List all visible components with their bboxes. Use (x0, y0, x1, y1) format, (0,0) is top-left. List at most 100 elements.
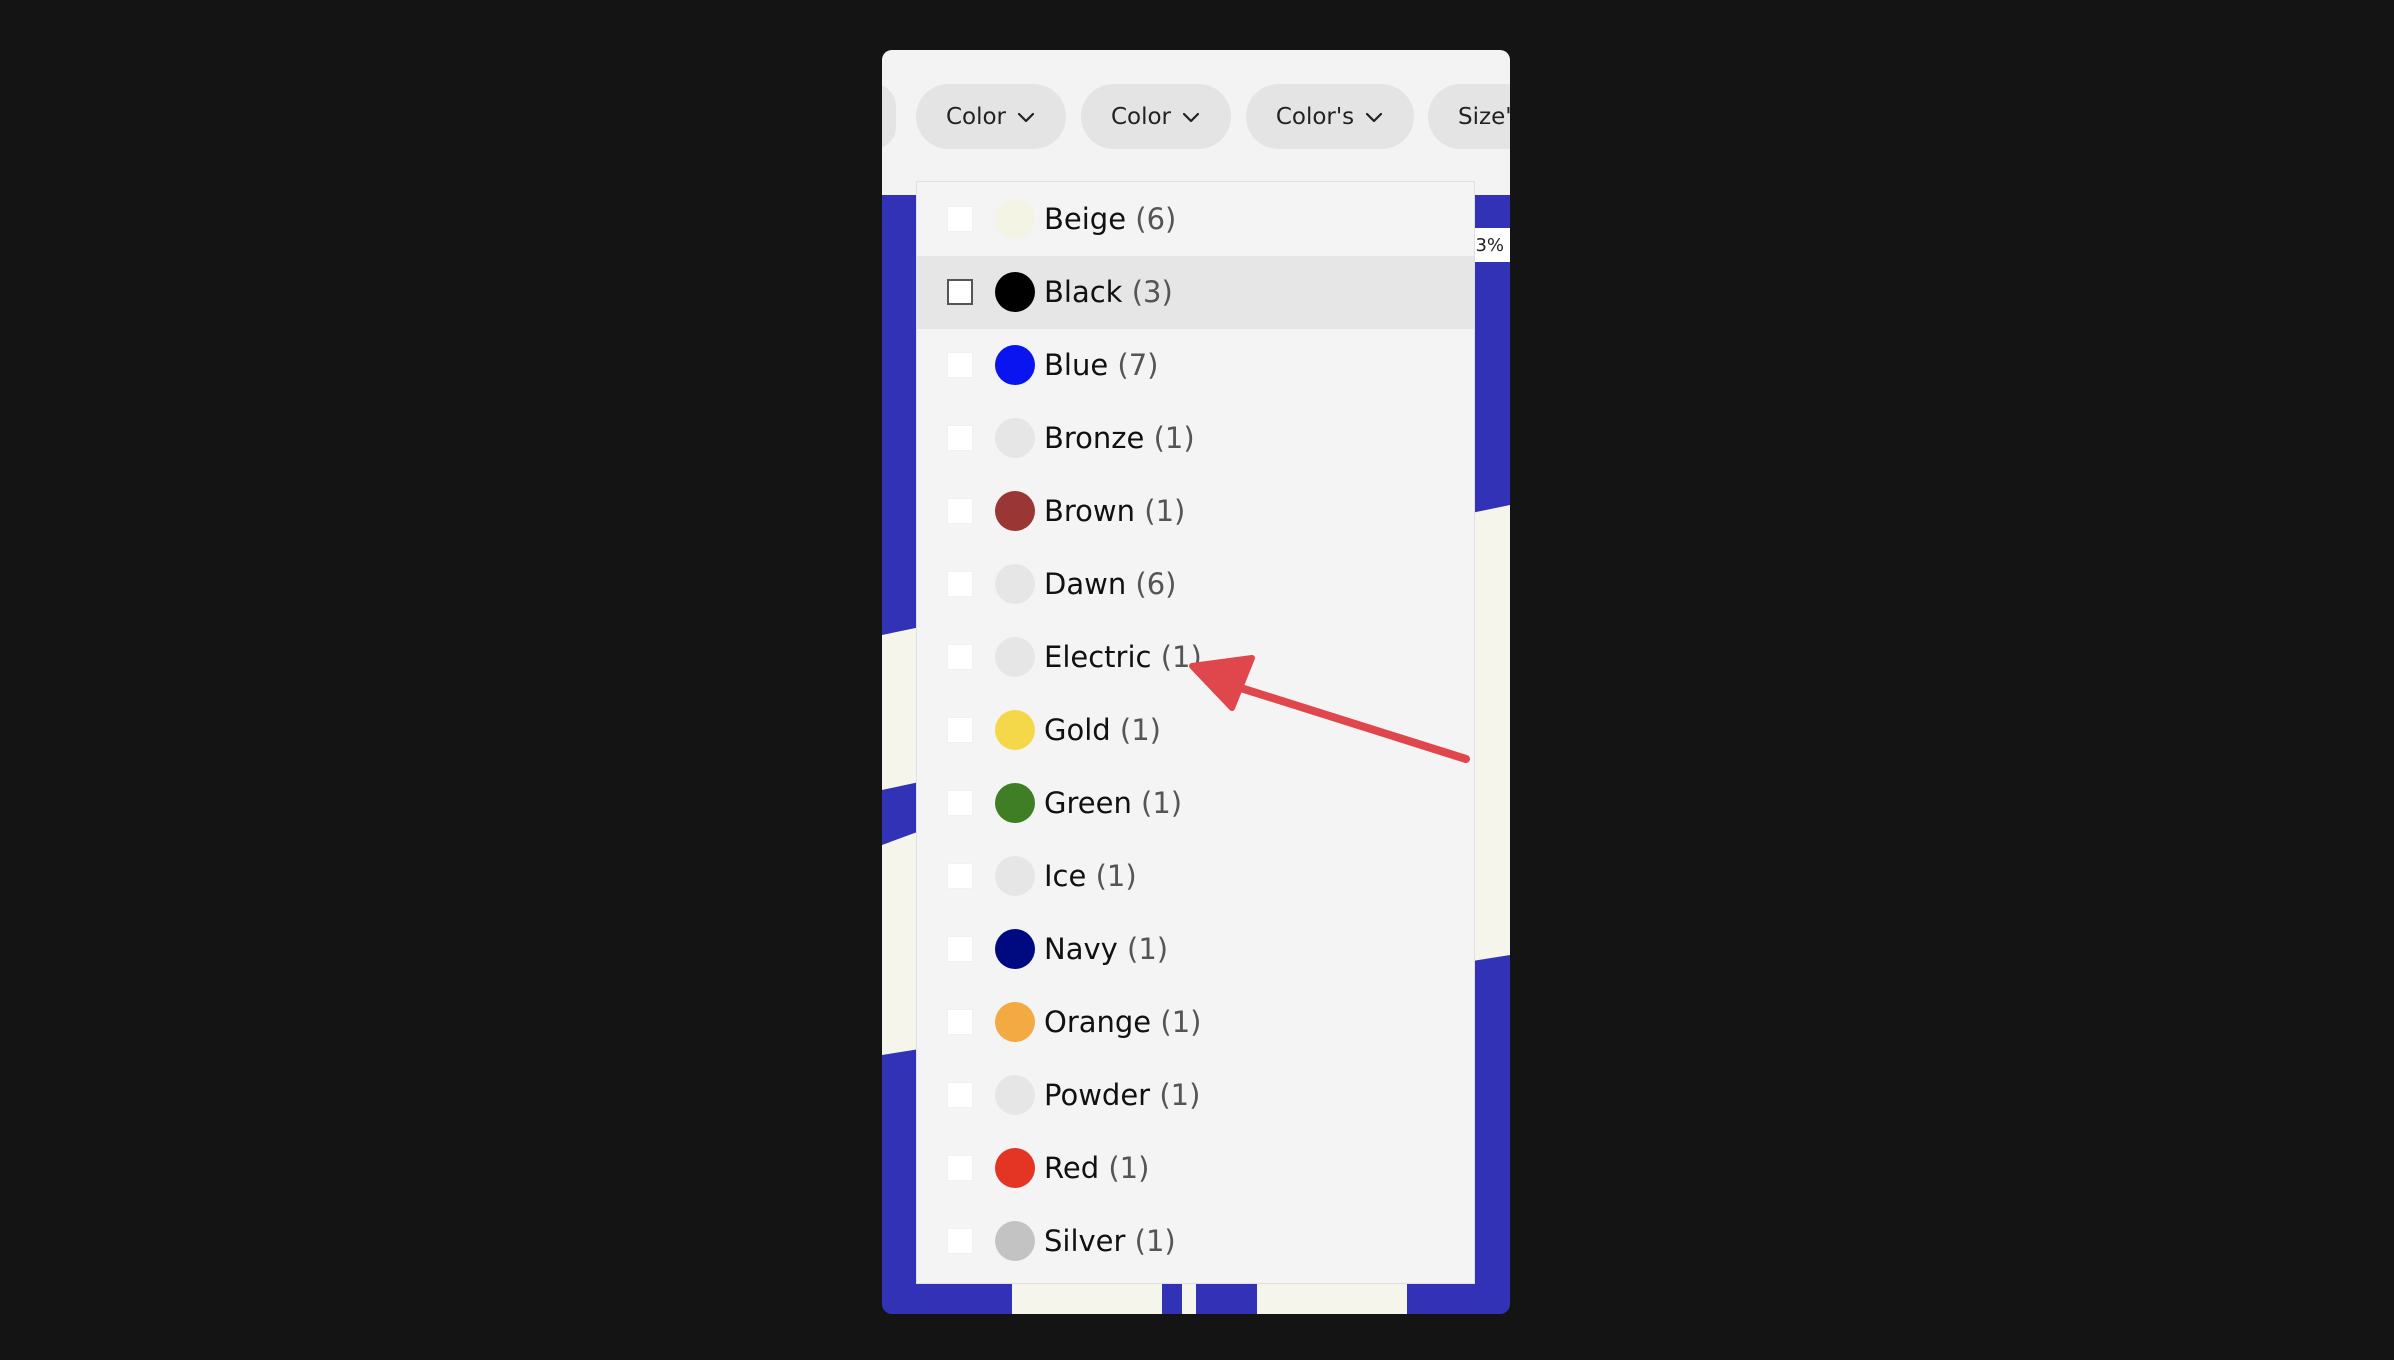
checkbox[interactable] (947, 863, 973, 889)
color-name: Red (1044, 1151, 1100, 1185)
color-count: (1) (1095, 859, 1137, 893)
checkbox[interactable] (947, 498, 973, 524)
color-option-blue[interactable]: Blue (7) (917, 329, 1474, 402)
color-swatch (995, 272, 1035, 312)
color-count: (3) (1131, 275, 1173, 309)
checkbox[interactable] (947, 1228, 973, 1254)
filter-pill-label: Color (945, 103, 1007, 130)
color-name: Navy (1044, 932, 1118, 966)
color-swatch (995, 1221, 1035, 1261)
color-swatch (995, 418, 1035, 458)
color-swatch (995, 199, 1035, 239)
color-option-orange[interactable]: Orange (1) (917, 986, 1474, 1059)
color-swatch (995, 491, 1035, 531)
color-option-beige[interactable]: Beige (6) (917, 183, 1474, 256)
checkbox[interactable] (947, 206, 973, 232)
color-count: (1) (1153, 421, 1195, 455)
checkbox[interactable] (947, 1082, 973, 1108)
color-swatch (995, 1002, 1035, 1042)
color-option-ice[interactable]: Ice (1) (917, 840, 1474, 913)
color-option-navy[interactable]: Navy (1) (917, 913, 1474, 986)
checkbox[interactable] (947, 936, 973, 962)
color-swatch (995, 564, 1035, 604)
color-count: (1) (1159, 1078, 1201, 1112)
color-count: (6) (1135, 202, 1177, 236)
color-count: (1) (1108, 1151, 1150, 1185)
color-option-label: Black (3) (1044, 275, 1173, 309)
filter-pill-color-1[interactable]: Color (916, 84, 1066, 149)
color-count: (1) (1160, 640, 1202, 674)
color-count: (1) (1119, 713, 1161, 747)
color-count: (1) (1127, 932, 1169, 966)
color-option-gold[interactable]: Gold (1) (917, 694, 1474, 767)
color-name: Gold (1044, 713, 1111, 747)
chevron-down-icon (1016, 107, 1036, 127)
color-option-label: Electric (1) (1044, 640, 1202, 674)
color-name: Dawn (1044, 567, 1127, 601)
color-name: Beige (1044, 202, 1127, 236)
color-count: (1) (1144, 494, 1186, 528)
color-option-label: Green (1) (1044, 786, 1182, 820)
color-option-brown[interactable]: Brown (1) (917, 475, 1474, 548)
color-option-silver[interactable]: Silver (1) (917, 1205, 1474, 1278)
color-option-label: Bronze (1) (1044, 421, 1195, 455)
color-option-powder[interactable]: Powder (1) (917, 1059, 1474, 1132)
filter-pill-label: Color's (1275, 103, 1355, 130)
color-count: (6) (1135, 567, 1177, 601)
color-option-red[interactable]: Red (1) (917, 1132, 1474, 1205)
checkbox[interactable] (947, 425, 973, 451)
color-option-label: Red (1) (1044, 1151, 1149, 1185)
checkbox[interactable] (947, 352, 973, 378)
color-name: Bronze (1044, 421, 1145, 455)
filter-bar: Color Color Color's Size' (882, 50, 1510, 195)
color-filter-dropdown[interactable]: Beige (6) Black (3) Blue (7) Bronze (1) Brow… (916, 181, 1475, 1284)
color-count: (1) (1134, 1224, 1176, 1258)
color-option-green[interactable]: Green (1) (917, 767, 1474, 840)
color-option-label: Gold (1) (1044, 713, 1161, 747)
color-option-bronze[interactable]: Bronze (1) (917, 402, 1474, 475)
color-name: Orange (1044, 1005, 1152, 1039)
color-name: Brown (1044, 494, 1136, 528)
checkbox[interactable] (947, 790, 973, 816)
color-option-black[interactable]: Black (3) (917, 255, 1474, 329)
color-option-label: Orange (1) (1044, 1005, 1201, 1039)
filter-pill-color-2[interactable]: Color (1081, 84, 1231, 149)
color-swatch (995, 783, 1035, 823)
filter-pill-size[interactable]: Size' (1428, 84, 1510, 149)
color-option-label: Blue (7) (1044, 348, 1159, 382)
color-option-label: Silver (1) (1044, 1224, 1176, 1258)
checkbox[interactable] (947, 1009, 973, 1035)
color-count: (7) (1117, 348, 1159, 382)
filter-pill-colors[interactable]: Color's (1246, 84, 1414, 149)
checkbox[interactable] (947, 717, 973, 743)
color-name: Powder (1044, 1078, 1151, 1112)
color-swatch (995, 637, 1035, 677)
color-name: Green (1044, 786, 1132, 820)
color-swatch (995, 856, 1035, 896)
checkbox[interactable] (947, 1155, 973, 1181)
color-name: Electric (1044, 640, 1152, 674)
color-name: Silver (1044, 1224, 1126, 1258)
checkbox[interactable] (947, 644, 973, 670)
filter-pill-partial[interactable] (882, 84, 896, 149)
filter-pill-label: Size' (1458, 103, 1510, 130)
color-name: Black (1044, 275, 1123, 309)
color-option-label: Dawn (6) (1044, 567, 1177, 601)
color-count: (1) (1141, 786, 1183, 820)
color-swatch (995, 710, 1035, 750)
color-option-label: Navy (1) (1044, 932, 1168, 966)
color-count: (1) (1160, 1005, 1202, 1039)
filter-pill-label: Color (1110, 103, 1172, 130)
color-swatch (995, 345, 1035, 385)
color-name: Ice (1044, 859, 1087, 893)
color-option-label: Brown (1) (1044, 494, 1185, 528)
color-option-electric[interactable]: Electric (1) (917, 621, 1474, 694)
chevron-down-icon (1364, 107, 1384, 127)
color-name: Blue (1044, 348, 1109, 382)
color-option-dawn[interactable]: Dawn (6) (917, 548, 1474, 621)
checkbox[interactable] (947, 279, 973, 305)
chevron-down-icon (1181, 107, 1201, 127)
checkbox[interactable] (947, 571, 973, 597)
color-swatch (995, 929, 1035, 969)
color-swatch (995, 1148, 1035, 1188)
